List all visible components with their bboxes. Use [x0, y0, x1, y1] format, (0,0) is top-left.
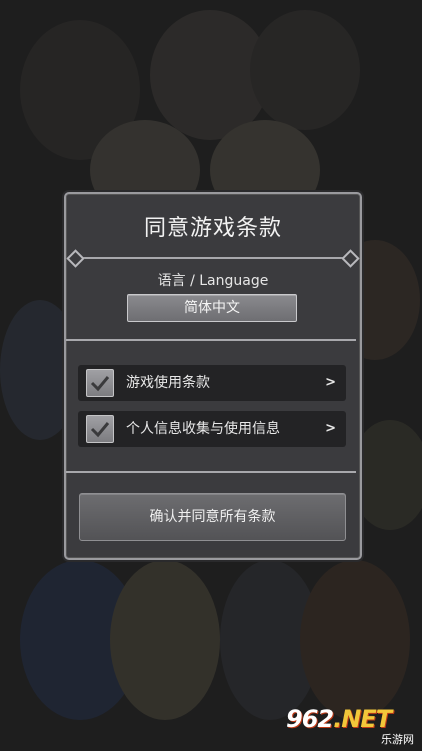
- divider: [75, 257, 351, 259]
- site-watermark: 962.NET 乐游网: [286, 703, 416, 747]
- watermark-logo-suffix: .NET: [333, 705, 392, 733]
- watermark-subtitle: 乐游网: [381, 733, 414, 746]
- terms-label: 游戏使用条款: [126, 375, 210, 391]
- checkmark-icon: [90, 376, 110, 392]
- diamond-ornament-icon: [341, 249, 360, 268]
- diamond-ornament-icon: [66, 249, 85, 268]
- checkmark-icon: [90, 422, 110, 438]
- watermark-logo: 962.NET: [286, 705, 392, 733]
- confirm-all-button[interactable]: 确认并同意所有条款: [79, 493, 346, 541]
- watermark-logo-number: 962: [286, 705, 334, 733]
- dialog-title: 同意游戏条款: [143, 216, 282, 241]
- checkbox-personal-info[interactable]: [86, 415, 114, 443]
- language-label: 语言 / Language: [157, 273, 269, 289]
- language-select[interactable]: 简体中文: [127, 294, 297, 322]
- checkbox-game-usage[interactable]: [86, 369, 114, 397]
- divider: [66, 471, 356, 473]
- terms-row-personal-info[interactable]: 个人信息收集与使用信息 >: [78, 411, 346, 447]
- divider: [66, 339, 356, 341]
- chevron-right-icon[interactable]: >: [325, 411, 336, 447]
- terms-row-game-usage[interactable]: 游戏使用条款 >: [78, 365, 346, 401]
- terms-dialog: 同意游戏条款 语言 / Language 简体中文 游戏使用条款 > 个人信息收…: [64, 192, 362, 560]
- chevron-right-icon[interactable]: >: [325, 365, 336, 401]
- terms-label: 个人信息收集与使用信息: [126, 421, 280, 437]
